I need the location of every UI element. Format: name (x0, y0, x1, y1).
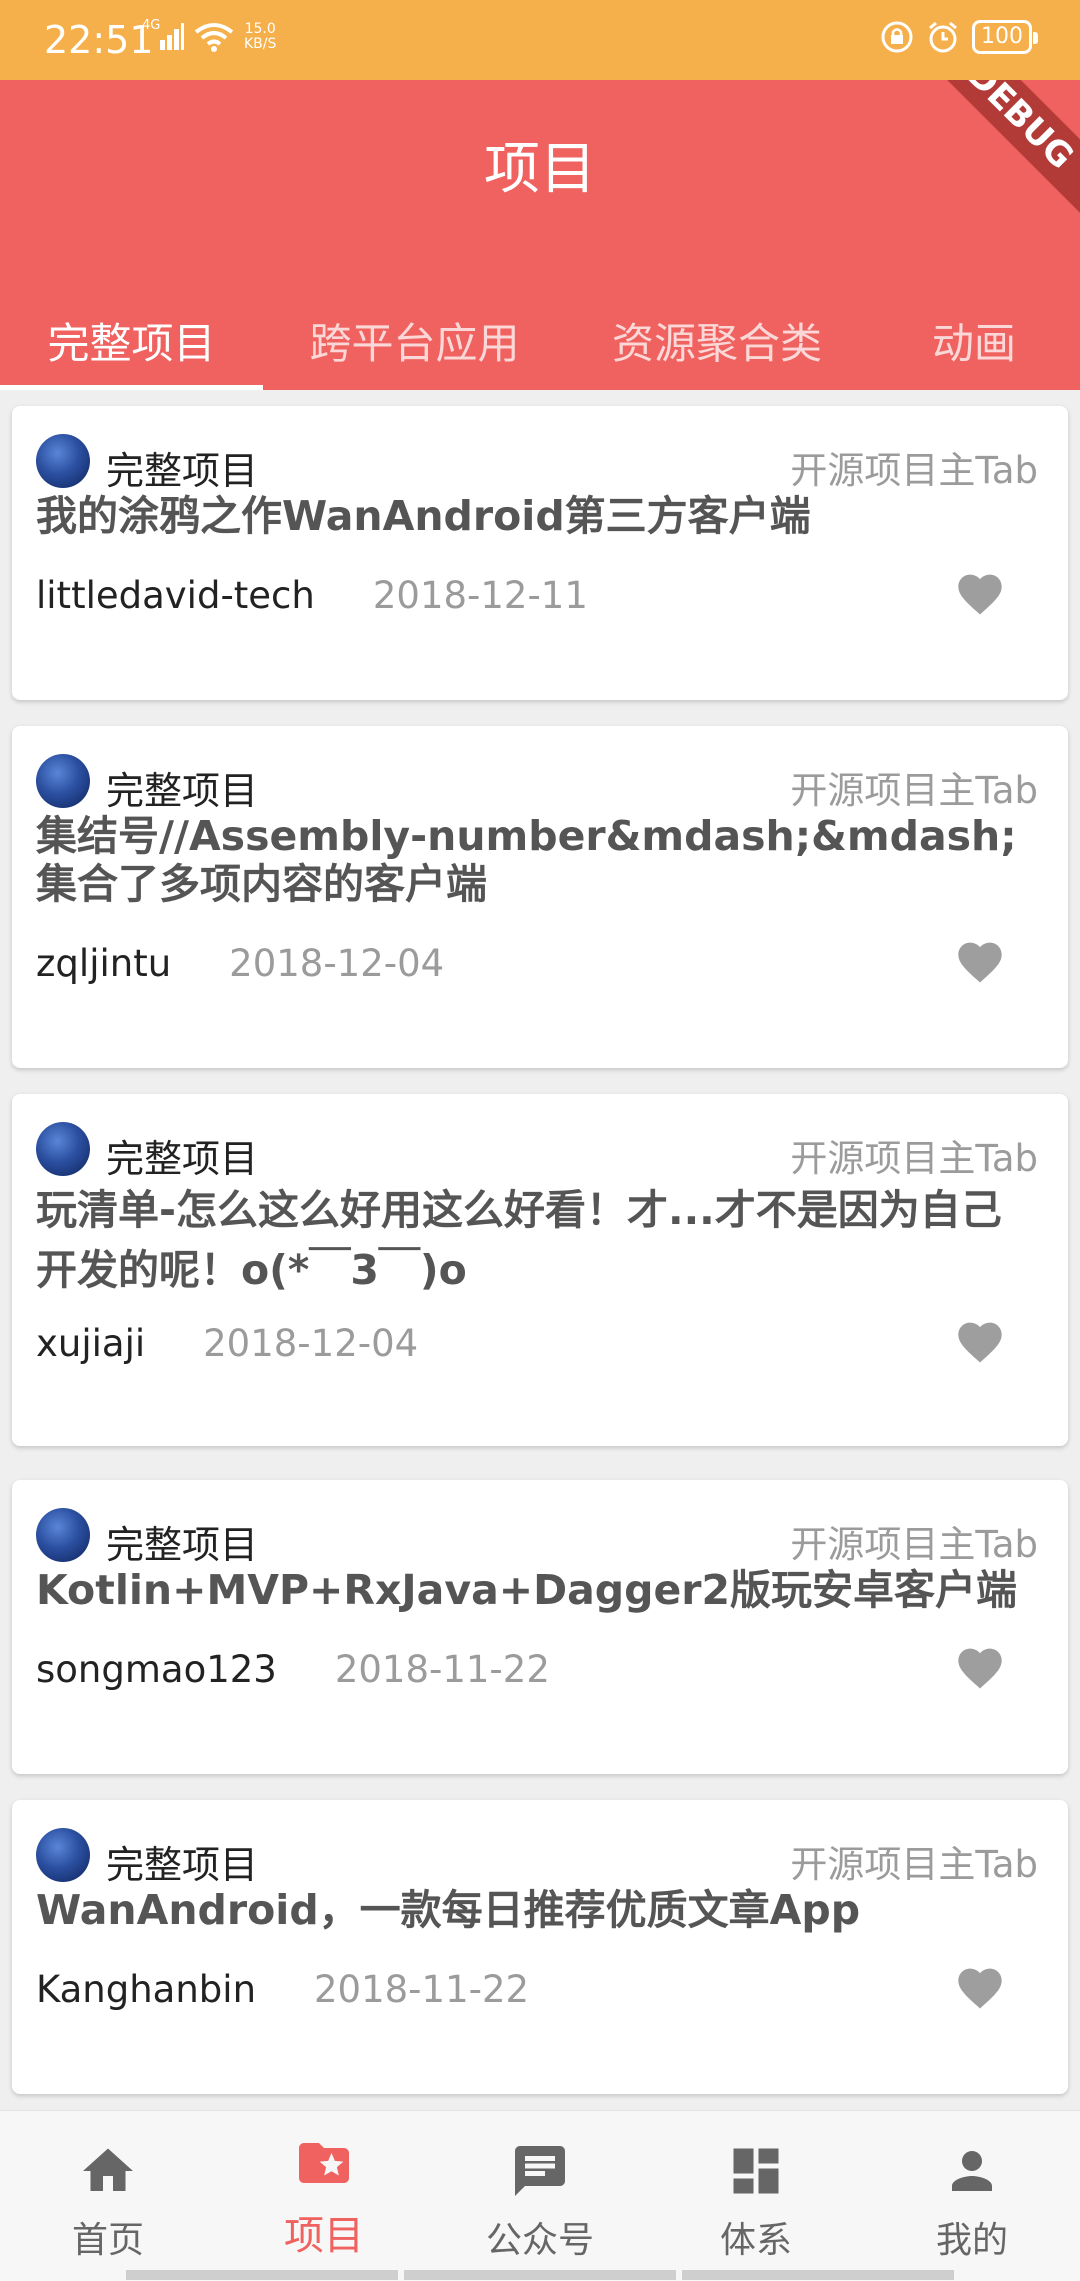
tab-complete-projects[interactable]: 完整项目 (0, 300, 263, 390)
heart-icon[interactable] (954, 568, 1006, 616)
project-author: Kanghanbin (36, 1968, 257, 2011)
project-tag[interactable]: 开源项目主Tab (790, 1128, 1038, 1182)
project-card[interactable]: 完整项目 开源项目主Tab 玩清单-怎么这么好用这么好看！才...才不是因为自己… (12, 1094, 1068, 1446)
card-header: 完整项目 开源项目主Tab (36, 434, 1038, 493)
project-meta: littledavid-tech 2018-12-11 (36, 574, 1038, 630)
network-speed: 15.0 KB/S (244, 22, 276, 52)
nav-label: 我的 (935, 2220, 1008, 2261)
home-icon (83, 2148, 133, 2191)
project-list[interactable]: 完整项目 开源项目主Tab 我的涂鸦之作WanAndroid第三方客户端 lit… (0, 390, 1080, 2110)
project-title[interactable]: 我的涂鸦之作WanAndroid第三方客户端 (36, 492, 1028, 540)
project-card[interactable]: 完整项目 开源项目主Tab 我的涂鸦之作WanAndroid第三方客户端 lit… (12, 406, 1068, 700)
project-date: 2018-12-04 (203, 1322, 419, 1365)
project-meta: songmao123 2018-11-22 (36, 1648, 1038, 1704)
tab-resource-aggregation[interactable]: 资源聚合类 (566, 300, 868, 390)
project-card[interactable]: 完整项目 开源项目主Tab Kotlin+MVP+RxJava+Dagger2版… (12, 1480, 1068, 1774)
avatar (36, 1122, 90, 1176)
tab-bar: 完整项目 跨平台应用 资源聚合类 动画 (0, 300, 1080, 390)
home-indicator (126, 2270, 954, 2280)
tab-cross-platform[interactable]: 跨平台应用 (263, 300, 566, 390)
project-category[interactable]: 完整项目 (106, 440, 258, 495)
project-tag[interactable]: 开源项目主Tab (790, 440, 1038, 494)
tab-animation[interactable]: 动画 (868, 300, 1080, 390)
heart-icon[interactable] (954, 1642, 1006, 1690)
project-author: zqljintu (36, 942, 172, 985)
project-title[interactable]: WanAndroid，一款每日推荐优质文章App (36, 1886, 1028, 1934)
project-date: 2018-11-22 (314, 1968, 530, 2011)
card-header: 完整项目 开源项目主Tab (36, 1828, 1038, 1887)
nav-label: 项目 (284, 2213, 364, 2259)
project-title[interactable]: 玩清单-怎么这么好用这么好看！才...才不是因为自己开发的呢！o(*￣3￣)o (36, 1180, 1028, 1300)
status-bar: 22:51 4G 15.0 KB/S 100 (0, 0, 1080, 80)
project-meta: xujiaji 2018-12-04 (36, 1322, 1038, 1378)
project-tag[interactable]: 开源项目主Tab (790, 1514, 1038, 1568)
project-category[interactable]: 完整项目 (106, 1514, 258, 1569)
heart-icon[interactable] (954, 936, 1006, 984)
project-title[interactable]: Kotlin+MVP+RxJava+Dagger2版玩安卓客户端 (36, 1566, 1028, 1614)
status-right: 100 (880, 20, 1038, 54)
project-tag[interactable]: 开源项目主Tab (790, 760, 1038, 814)
project-author: littledavid-tech (36, 574, 315, 617)
network-type: 4G (142, 18, 161, 33)
project-author: xujiaji (36, 1322, 146, 1365)
lock-rotation-icon (881, 21, 913, 53)
project-category[interactable]: 完整项目 (106, 1834, 258, 1889)
project-date: 2018-12-11 (372, 574, 588, 617)
home-indicator-segment (682, 2270, 954, 2280)
person-icon (952, 2151, 992, 2191)
nav-item-home[interactable]: 首页 (0, 2111, 216, 2281)
status-time: 22:51 (44, 18, 154, 62)
nav-item-official-accounts[interactable]: 公众号 (432, 2111, 648, 2281)
project-date: 2018-11-22 (334, 1648, 550, 1691)
project-title[interactable]: 集结号//Assembly-number&mdash;&mdash;集合了多项内… (36, 812, 1028, 908)
chat-icon (515, 2146, 565, 2196)
alarm-icon (929, 21, 957, 53)
wifi-icon (194, 23, 234, 52)
folder-star-icon (299, 2143, 349, 2183)
bottom-navigation: 首页 项目 公众号 体系 我的 (0, 2110, 1080, 2281)
nav-label: 体系 (719, 2220, 792, 2261)
avatar (36, 754, 90, 808)
project-meta: zqljintu 2018-12-04 (36, 942, 1038, 998)
heart-icon[interactable] (954, 1962, 1006, 2010)
card-header: 完整项目 开源项目主Tab (36, 1122, 1038, 1181)
dashboard-icon (733, 2148, 779, 2194)
project-card[interactable]: 完整项目 开源项目主Tab WanAndroid，一款每日推荐优质文章App K… (12, 1800, 1068, 2094)
app-bar: 项目 DEBUG 完整项目 跨平台应用 资源聚合类 动画 (0, 80, 1080, 390)
project-author: songmao123 (36, 1648, 277, 1691)
home-indicator-segment (404, 2270, 676, 2280)
project-date: 2018-12-04 (229, 942, 445, 985)
signal-icon: 4G (142, 18, 184, 52)
nav-label: 首页 (71, 2220, 144, 2261)
card-header: 完整项目 开源项目主Tab (36, 1508, 1038, 1567)
status-indicators: 4G 15.0 KB/S (142, 18, 276, 52)
card-header: 完整项目 开源项目主Tab (36, 754, 1038, 813)
avatar (36, 1828, 90, 1882)
project-card[interactable]: 完整项目 开源项目主Tab 集结号//Assembly-number&mdash… (12, 726, 1068, 1068)
network-speed-value: 15.0 (244, 21, 276, 37)
project-tag[interactable]: 开源项目主Tab (790, 1834, 1038, 1888)
page-title: 项目 (484, 137, 596, 202)
project-category[interactable]: 完整项目 (106, 1128, 258, 1183)
home-indicator-segment (126, 2270, 398, 2280)
network-speed-unit: KB/S (244, 36, 277, 52)
project-category[interactable]: 完整项目 (106, 760, 258, 815)
heart-icon[interactable] (954, 1316, 1006, 1364)
nav-item-mine[interactable]: 我的 (864, 2111, 1080, 2281)
avatar (36, 434, 90, 488)
nav-item-projects[interactable]: 项目 (216, 2111, 432, 2281)
nav-label: 公众号 (485, 2220, 594, 2261)
project-meta: Kanghanbin 2018-11-22 (36, 1968, 1038, 2024)
nav-item-system[interactable]: 体系 (648, 2111, 864, 2281)
battery-icon: 100 (972, 20, 1038, 54)
avatar (36, 1508, 90, 1562)
